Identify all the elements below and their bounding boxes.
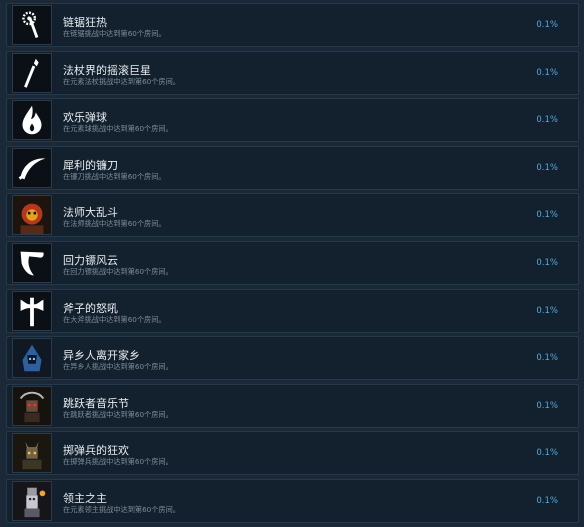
achievement-description: 在元素球挑战中达到第60个房间。 [63, 124, 173, 134]
achievement-description: 在异乡人挑战中达到第60个房间。 [63, 362, 173, 372]
achievement-title: 回力镖风云 [63, 253, 118, 267]
achievement-row[interactable]: 欢乐弹球 在元素球挑战中达到第60个房间。 0.1% [6, 98, 579, 143]
staff-icon [12, 52, 52, 93]
grenadier-portrait-icon [12, 433, 52, 474]
flame-icon [12, 100, 52, 141]
sickle-icon [12, 147, 52, 188]
achievement-row[interactable]: 法师大乱斗 在法师挑战中达到第60个房间。 0.1% [6, 193, 579, 238]
chainsaw-icon [12, 5, 52, 45]
achievement-title: 法杖界的摇滚巨星 [63, 63, 151, 77]
achievement-description: 在镰刀挑战中达到第60个房间。 [63, 171, 166, 181]
achievement-description: 在链锯挑战中达到第60个房间。 [63, 29, 166, 38]
achievement-description: 在回力镖挑战中达到第60个房间。 [63, 266, 173, 276]
achievement-row[interactable]: 跳跃者音乐节 在跳跃者挑战中达到第60个房间。 0.1% [6, 383, 579, 428]
unlock-percentage: 0.1% [536, 162, 558, 173]
unlock-percentage: 0.1% [536, 305, 558, 316]
axe-icon [12, 290, 52, 331]
unlock-percentage: 0.1% [536, 210, 558, 221]
achievement-title: 欢乐弹球 [63, 111, 107, 125]
jumper-portrait-icon [12, 385, 52, 426]
achievement-row[interactable]: 链锯狂热 在链锯挑战中达到第60个房间。 0.1% [6, 3, 579, 47]
achievement-list: 链锯狂热 在链锯挑战中达到第60个房间。 0.1% 法杖界的摇滚巨星 在元素法杖… [6, 3, 579, 527]
boomerang-icon [12, 242, 52, 283]
achievement-description: 在法师挑战中达到第60个房间。 [63, 219, 166, 229]
achievement-row[interactable]: 领主之主 在元素领主挑战中达到第60个房间。 0.1% [6, 478, 579, 523]
achievement-title: 异乡人离开家乡 [63, 349, 140, 363]
mage-portrait-icon [12, 195, 52, 236]
achievement-row[interactable]: 法杖界的摇滚巨星 在元素法杖挑战中达到第60个房间。 0.1% [6, 50, 579, 95]
achievement-title: 斧子的怒吼 [63, 301, 118, 315]
achievement-title: 法师大乱斗 [63, 206, 118, 220]
unlock-percentage: 0.1% [536, 67, 558, 78]
unlock-percentage: 0.1% [536, 115, 558, 126]
unlock-percentage: 0.1% [536, 448, 558, 459]
achievement-description: 在大斧挑战中达到第60个房间。 [63, 314, 166, 324]
achievement-row[interactable]: 掷弹兵的狂欢 在掷弹兵挑战中达到第60个房间。 0.1% [6, 431, 579, 476]
achievement-row[interactable]: 回力镖风云 在回力镖挑战中达到第60个房间。 0.1% [6, 240, 579, 285]
unlock-percentage: 0.1% [536, 20, 558, 30]
achievement-title: 跳跃者音乐节 [63, 396, 129, 410]
achievement-row[interactable]: 异乡人离开家乡 在异乡人挑战中达到第60个房间。 0.1% [6, 336, 579, 381]
achievement-title: 犀利的镰刀 [63, 158, 118, 172]
lord-portrait-icon [12, 480, 52, 521]
unlock-percentage: 0.1% [536, 257, 558, 268]
achievement-title: 链锯狂热 [63, 16, 107, 29]
achievement-description: 在掷弹兵挑战中达到第60个房间。 [63, 457, 173, 467]
achievement-row[interactable]: 犀利的镰刀 在镰刀挑战中达到第60个房间。 0.1% [6, 145, 579, 190]
achievement-row[interactable]: 斧子的怒吼 在大斧挑战中达到第60个房间。 0.1% [6, 288, 579, 333]
unlock-percentage: 0.1% [536, 353, 558, 364]
achievement-description: 在跳跃者挑战中达到第60个房间。 [63, 409, 173, 419]
unlock-percentage: 0.1% [536, 400, 558, 411]
unlock-percentage: 0.1% [536, 495, 558, 506]
achievement-description: 在元素领主挑战中达到第60个房间。 [63, 504, 180, 514]
stranger-portrait-icon [12, 338, 52, 379]
achievement-description: 在元素法杖挑战中达到第60个房间。 [63, 76, 180, 86]
achievement-title: 掷弹兵的狂欢 [63, 444, 129, 458]
achievement-title: 领主之主 [63, 491, 107, 505]
